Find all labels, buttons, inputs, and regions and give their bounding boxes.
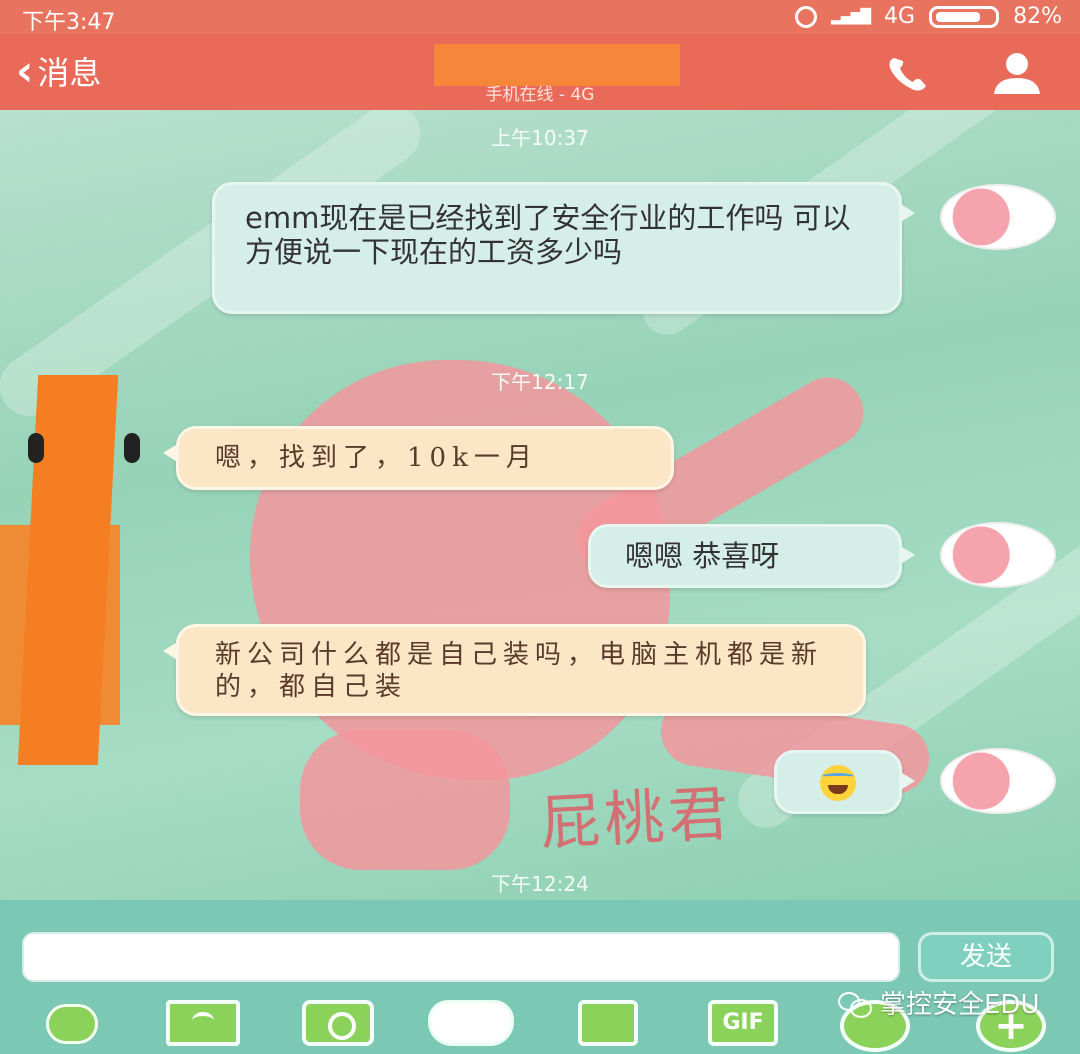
my-avatar[interactable] <box>940 522 1056 588</box>
battery-icon <box>929 5 1000 28</box>
network-type: 4G <box>884 4 916 29</box>
chat-area[interactable]: 屁桃君 上午10:37 emm现在是已经找到了安全行业的工作吗 可以方便说一下现… <box>0 110 1080 900</box>
gif-button[interactable]: GIF <box>708 1000 778 1046</box>
message-bubble-sent[interactable] <box>774 750 915 814</box>
status-icons: ▂▄▆█ 4G 82% <box>794 4 1062 29</box>
wechat-logo-icon <box>838 990 872 1018</box>
timestamp: 下午12:24 <box>491 872 589 896</box>
status-bar: 下午3:47 ▂▄▆█ 4G 82% <box>0 0 1080 35</box>
watermark: 掌控安全EDU <box>838 984 1039 1021</box>
redacted-contact-avatar[interactable] <box>0 375 150 765</box>
timestamp: 下午12:17 <box>491 370 589 394</box>
camera-icon[interactable] <box>302 1000 374 1046</box>
laughing-emoji-icon <box>820 765 856 801</box>
profile-icon[interactable] <box>990 50 1044 96</box>
signal-icon: ▂▄▆█ <box>830 8 871 25</box>
message-bubble-sent[interactable]: emm现在是已经找到了安全行业的工作吗 可以方便说一下现在的工资多少吗 <box>212 182 915 314</box>
watermark-text: 掌控安全EDU <box>880 990 1040 1020</box>
status-time: 下午3:47 <box>22 10 116 35</box>
input-bar: 发送 GIF + <box>0 900 1080 1054</box>
photo-icon[interactable] <box>166 1000 240 1046</box>
file-icon[interactable] <box>578 1000 638 1046</box>
headphone-icon <box>124 433 140 463</box>
red-packet-icon[interactable] <box>428 1000 514 1046</box>
chat-header: ‹ 消息 手机在线 - 4G <box>0 34 1080 110</box>
send-button[interactable]: 发送 <box>918 932 1054 982</box>
battery-percent: 82% <box>1013 4 1062 29</box>
message-bubble-received[interactable]: 嗯，找到了，10k一月 <box>163 426 674 490</box>
voice-icon[interactable] <box>36 1000 102 1046</box>
my-avatar[interactable] <box>940 748 1056 814</box>
background-text: 屁桃君 <box>538 779 734 859</box>
alarm-icon <box>794 5 817 28</box>
background-character-leg <box>300 730 510 870</box>
headphone-icon <box>28 433 44 463</box>
message-bubble-sent[interactable]: 嗯嗯 恭喜呀 <box>588 524 915 588</box>
my-avatar[interactable] <box>940 184 1056 250</box>
timestamp: 上午10:37 <box>491 126 589 150</box>
phone-icon[interactable] <box>884 52 934 94</box>
message-bubble-received[interactable]: 新公司什么都是自己装吗，电脑主机都是新的，都自己装 <box>163 624 866 716</box>
message-input[interactable] <box>22 932 900 982</box>
